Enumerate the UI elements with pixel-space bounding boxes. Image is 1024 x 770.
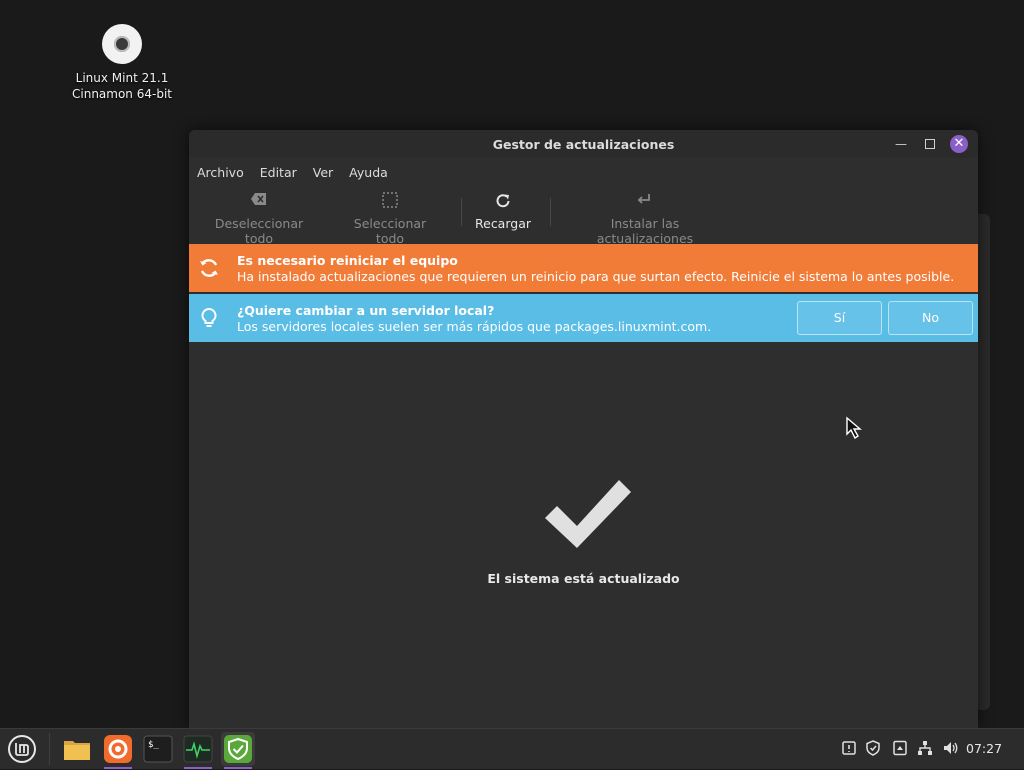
window-title: Gestor de actualizaciones — [492, 137, 675, 152]
checkmark-icon — [545, 480, 631, 548]
active-indicator — [184, 767, 212, 769]
reboot-banner-title: Es necesario reiniciar el equipo — [237, 253, 458, 268]
menu-ayuda[interactable]: Ayuda — [349, 165, 388, 180]
desktop-icon-linux-mint[interactable]: Linux Mint 21.1 Cinnamon 64-bit — [62, 24, 182, 102]
firefox-icon — [104, 735, 132, 763]
terminal-icon: $_ — [143, 735, 173, 763]
taskbar: $_ 07:27 — [0, 728, 1024, 769]
toolbar: Deseleccionar todo Seleccionar todo Reca… — [189, 186, 978, 246]
no-button[interactable]: No — [888, 301, 973, 335]
mirror-banner-text: Los servidores locales suelen ser más rá… — [237, 319, 712, 334]
terminal-launcher[interactable]: $_ — [141, 732, 175, 766]
update-manager-icon — [224, 735, 252, 763]
volume-icon[interactable] — [942, 740, 960, 758]
reboot-icon — [200, 259, 218, 277]
install-updates-button[interactable]: Instalar las actualizaciones — [564, 192, 726, 246]
files-launcher[interactable] — [60, 732, 94, 766]
menu-editar[interactable]: Editar — [260, 165, 297, 180]
notifications-icon[interactable] — [840, 740, 858, 758]
deselect-all-label: Deseleccionar todo — [214, 216, 304, 246]
reload-button[interactable]: Recargar — [473, 192, 533, 231]
clear-icon — [201, 192, 317, 212]
mint-menu-icon[interactable] — [6, 733, 38, 765]
removable-drive-icon[interactable] — [891, 740, 909, 758]
svg-text:$_: $_ — [148, 740, 159, 750]
select-all-label: Seleccionar todo — [353, 216, 427, 246]
disc-icon — [102, 24, 142, 64]
maximize-icon — [925, 139, 935, 149]
mouse-cursor-icon — [846, 416, 862, 440]
close-button[interactable]: ✕ — [950, 135, 968, 153]
reload-icon — [473, 192, 533, 212]
desktop-icon-label-line2: Cinnamon 64-bit — [72, 87, 172, 101]
network-icon[interactable] — [916, 740, 934, 758]
maximize-button[interactable] — [922, 136, 938, 152]
firefox-launcher[interactable] — [101, 732, 135, 769]
install-updates-label: Instalar las actualizaciones — [596, 216, 694, 246]
reboot-required-banner: Es necesario reiniciar el equipo Ha inst… — [189, 244, 978, 292]
titlebar[interactable]: Gestor de actualizaciones — ✕ — [189, 130, 978, 158]
menu-ver[interactable]: Ver — [313, 165, 333, 180]
minimize-button[interactable]: — — [893, 136, 909, 152]
clock[interactable]: 07:27 — [966, 741, 1002, 756]
system-monitor-icon — [183, 735, 213, 763]
select-all-icon — [339, 192, 441, 212]
updates-content-area: El sistema está actualizado — [189, 342, 978, 728]
files-icon — [64, 741, 90, 760]
yes-button[interactable]: Sí — [797, 301, 882, 335]
menubar: Archivo Editar Ver Ayuda — [189, 158, 978, 186]
background-window-edge — [978, 214, 990, 710]
menu-archivo[interactable]: Archivo — [197, 165, 244, 180]
deselect-all-button[interactable]: Deseleccionar todo — [201, 192, 317, 246]
update-manager-launcher[interactable] — [221, 732, 255, 769]
select-all-button[interactable]: Seleccionar todo — [339, 192, 441, 246]
enter-icon — [564, 192, 726, 212]
desktop-icon-label-line1: Linux Mint 21.1 — [75, 71, 169, 85]
toolbar-separator — [550, 198, 551, 226]
shield-icon[interactable] — [864, 740, 882, 758]
status-message: El sistema está actualizado — [487, 571, 680, 586]
system-monitor-launcher[interactable] — [181, 732, 215, 769]
local-mirror-banner: ¿Quiere cambiar a un servidor local? Los… — [189, 294, 978, 342]
lightbulb-icon — [201, 307, 217, 327]
toolbar-separator — [461, 198, 462, 226]
reboot-banner-text: Ha instalado actualizaciones que requier… — [237, 269, 955, 284]
reload-label: Recargar — [475, 216, 531, 231]
active-indicator — [224, 767, 252, 769]
mirror-banner-title: ¿Quiere cambiar a un servidor local? — [237, 303, 495, 318]
taskbar-separator — [49, 733, 50, 765]
active-indicator — [104, 767, 132, 769]
